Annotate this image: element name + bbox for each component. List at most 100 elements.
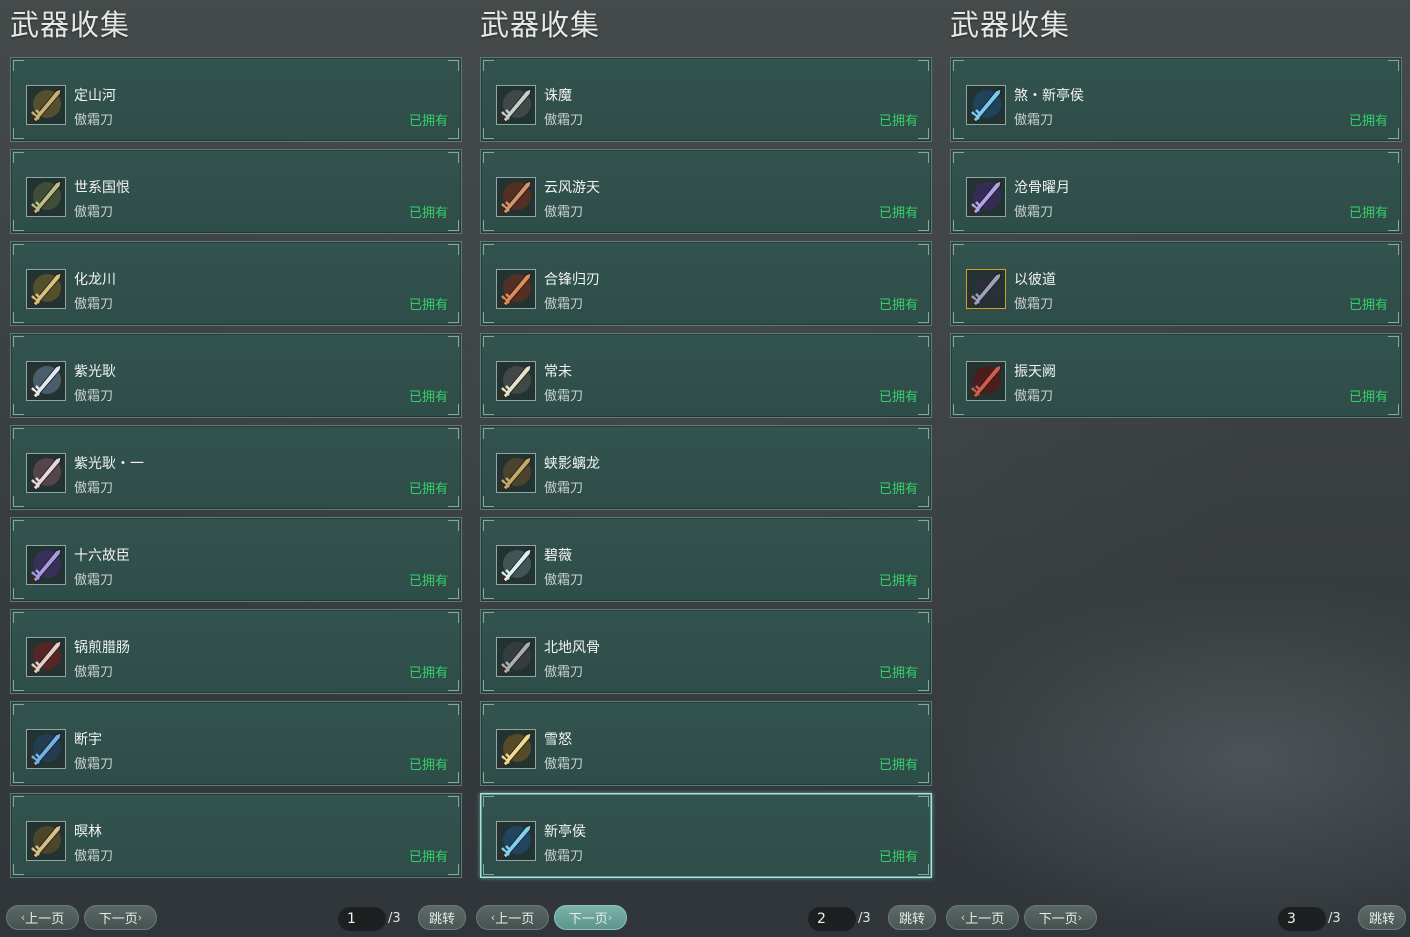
prev-page-button[interactable]: ‹ 上一页 [946, 905, 1019, 930]
card-corner-ornament [13, 772, 24, 783]
card-corner-ornament [448, 336, 459, 347]
weapon-card[interactable]: 断宇 傲霜刀 已拥有 [10, 701, 462, 786]
jump-button[interactable]: 跳转 [418, 905, 466, 930]
owned-status: 已拥有 [878, 114, 918, 129]
blade-icon [966, 177, 1006, 217]
weapon-name: 以彼道 [1014, 272, 1056, 288]
card-corner-ornament [918, 496, 929, 507]
card-corner-ornament [918, 428, 929, 439]
card-corner-ornament [13, 612, 24, 623]
weapon-type: 傲霜刀 [1014, 205, 1054, 220]
weapon-type: 傲霜刀 [544, 665, 584, 680]
owned-status: 已拥有 [1348, 298, 1388, 313]
panel-title: 武器收集 [480, 8, 601, 42]
weapon-name: 蛱影螭龙 [544, 456, 600, 472]
weapon-card[interactable]: 新亭侯 傲霜刀 已拥有 [480, 793, 932, 878]
card-corner-ornament [1388, 60, 1399, 71]
weapon-name: 诛魔 [544, 88, 572, 104]
weapon-collection-panel: 武器收集 煞・新亭侯 傲霜刀 已拥有 沧骨曜月 傲霜刀 已拥有 以彼道 傲霜刀 已拥有 振天阙 傲霜刀… [950, 0, 1406, 937]
blade-icon [496, 545, 536, 585]
jump-button[interactable]: 跳转 [1358, 905, 1406, 930]
next-page-button[interactable]: 下一页 › [1024, 905, 1097, 930]
weapon-type: 傲霜刀 [544, 481, 584, 496]
next-page-label: 下一页 [98, 912, 138, 927]
weapon-card[interactable]: 定山河 傲霜刀 已拥有 [10, 57, 462, 142]
card-corner-ornament [448, 612, 459, 623]
card-corner-ornament [483, 520, 494, 531]
weapon-card[interactable]: 暝林 傲霜刀 已拥有 [10, 793, 462, 878]
weapon-card[interactable]: 化龙川 傲霜刀 已拥有 [10, 241, 462, 326]
next-page-button[interactable]: 下一页 › [554, 905, 627, 930]
weapon-name: 云风游天 [544, 180, 600, 196]
weapon-type: 傲霜刀 [74, 297, 114, 312]
weapon-name: 暝林 [74, 824, 102, 840]
card-corner-ornament [918, 312, 929, 323]
card-corner-ornament [918, 864, 929, 875]
weapon-card[interactable]: 紫光耿 傲霜刀 已拥有 [10, 333, 462, 418]
card-corner-ornament [953, 336, 964, 347]
weapon-card[interactable]: 紫光耿・一 傲霜刀 已拥有 [10, 425, 462, 510]
weapon-card[interactable]: 蛱影螭龙 傲霜刀 已拥有 [480, 425, 932, 510]
card-corner-ornament [13, 312, 24, 323]
owned-status: 已拥有 [878, 390, 918, 405]
card-corner-ornament [953, 220, 964, 231]
card-corner-ornament [918, 680, 929, 691]
blade-icon [26, 177, 66, 217]
card-corner-ornament [918, 336, 929, 347]
page-number-input[interactable]: 3 [1278, 907, 1326, 931]
chevron-right-icon: › [607, 911, 613, 924]
weapon-card[interactable]: 云风游天 傲霜刀 已拥有 [480, 149, 932, 234]
prev-page-button[interactable]: ‹ 上一页 [6, 905, 79, 930]
card-corner-ornament [483, 336, 494, 347]
weapon-card[interactable]: 合锋归刃 傲霜刀 已拥有 [480, 241, 932, 326]
weapon-card[interactable]: 以彼道 傲霜刀 已拥有 [950, 241, 1402, 326]
owned-status: 已拥有 [878, 758, 918, 773]
card-corner-ornament [13, 244, 24, 255]
weapon-type: 傲霜刀 [74, 113, 114, 128]
jump-button[interactable]: 跳转 [888, 905, 936, 930]
blade-icon [496, 361, 536, 401]
weapon-type: 傲霜刀 [544, 113, 584, 128]
next-page-label: 下一页 [1038, 912, 1078, 927]
weapon-card[interactable]: 振天阙 傲霜刀 已拥有 [950, 333, 1402, 418]
weapon-name: 雪怒 [544, 732, 572, 748]
weapon-card[interactable]: 诛魔傲霜刀 已拥有 [480, 57, 932, 142]
owned-status: 已拥有 [408, 482, 448, 497]
owned-status: 已拥有 [878, 298, 918, 313]
card-corner-ornament [918, 612, 929, 623]
weapon-card[interactable]: 沧骨曜月 傲霜刀 已拥有 [950, 149, 1402, 234]
card-corner-ornament [483, 680, 494, 691]
weapon-card[interactable]: 十六故臣 傲霜刀 已拥有 [10, 517, 462, 602]
weapon-card[interactable]: 碧薇 傲霜刀 已拥有 [480, 517, 932, 602]
weapon-card[interactable]: 雪怒傲霜刀 已拥有 [480, 701, 932, 786]
weapon-name: 振天阙 [1014, 364, 1056, 380]
page-number-input[interactable]: 2 [808, 907, 856, 931]
card-corner-ornament [953, 60, 964, 71]
weapon-type: 傲霜刀 [544, 757, 584, 772]
card-corner-ornament [13, 796, 24, 807]
weapon-name: 碧薇 [544, 548, 572, 564]
weapon-card[interactable]: 煞・新亭侯 傲霜刀 已拥有 [950, 57, 1402, 142]
weapon-card[interactable]: 世系国恨 傲霜刀 已拥有 [10, 149, 462, 234]
card-corner-ornament [483, 152, 494, 163]
weapon-name: 十六故臣 [74, 548, 130, 564]
page-number-input[interactable]: 1 [338, 907, 386, 931]
next-page-button[interactable]: 下一页 › [84, 905, 157, 930]
weapon-card[interactable]: 北地风骨 傲霜刀 已拥有 [480, 609, 932, 694]
card-corner-ornament [483, 612, 494, 623]
weapon-card[interactable]: 常未 傲霜刀 已拥有 [480, 333, 932, 418]
card-corner-ornament [483, 796, 494, 807]
card-corner-ornament [918, 588, 929, 599]
card-corner-ornament [953, 312, 964, 323]
weapon-card[interactable]: 锅煎腊肠 傲霜刀 已拥有 [10, 609, 462, 694]
blade-icon [496, 729, 536, 769]
weapon-name: 紫光耿 [74, 364, 116, 380]
weapon-type: 傲霜刀 [74, 665, 114, 680]
prev-page-button[interactable]: ‹ 上一页 [476, 905, 549, 930]
card-corner-ornament [448, 128, 459, 139]
card-corner-ornament [13, 152, 24, 163]
weapon-type: 傲霜刀 [74, 205, 114, 220]
panel-title: 武器收集 [950, 8, 1071, 42]
blade-icon [496, 269, 536, 309]
chevron-right-icon: › [137, 911, 143, 924]
